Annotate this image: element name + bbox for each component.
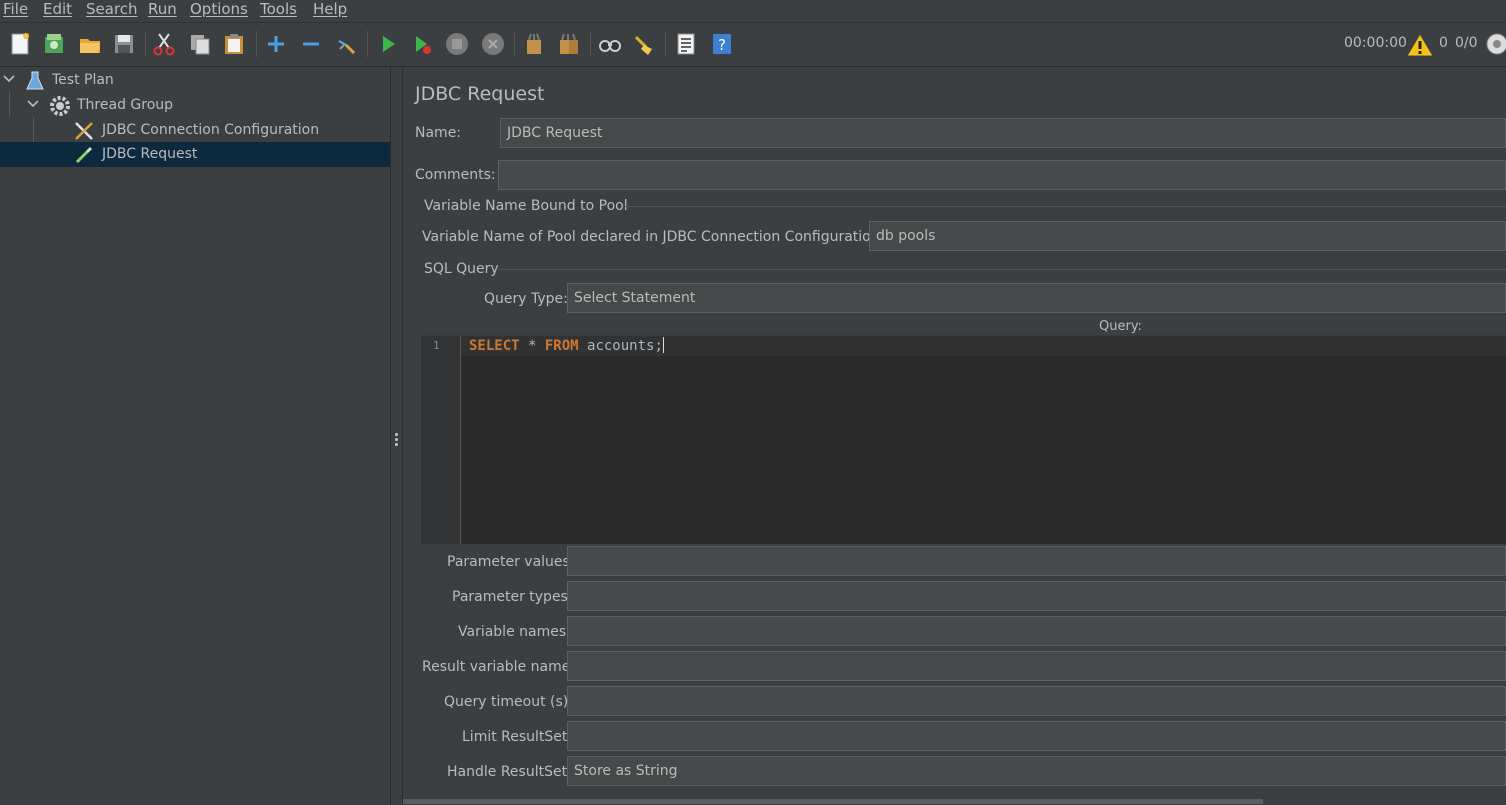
pool-variable-label: Variable Name of Pool declared in JDBC C… — [422, 229, 885, 245]
pool-variable-field[interactable]: db pools — [869, 221, 1506, 251]
jdbc-request-panel: JDBC Request Name: JDBC Request Comments… — [403, 67, 1506, 805]
tree-item-jdbc-connection-config[interactable]: JDBC Connection Configuration — [0, 118, 390, 143]
param-values-field[interactable] — [567, 546, 1506, 576]
start-no-pause-icon[interactable] — [408, 30, 436, 58]
paste-icon[interactable] — [220, 30, 248, 58]
tree-item-label: Test Plan — [52, 72, 114, 88]
sql-keyword: FROM — [544, 338, 579, 354]
clear-icon[interactable] — [520, 30, 548, 58]
query-editor[interactable]: 1 SELECT * FROM accounts; — [421, 335, 1506, 544]
menu-options[interactable]: Options — [190, 0, 248, 22]
limit-resultset-field[interactable] — [567, 721, 1506, 751]
svg-text:?: ? — [718, 36, 726, 54]
name-field[interactable]: JDBC Request — [500, 118, 1506, 148]
sql-keyword: SELECT — [469, 338, 520, 354]
chevron-down-icon[interactable] — [2, 72, 16, 86]
param-values-label: Parameter values: — [447, 554, 575, 570]
line-number: 1 — [433, 339, 440, 352]
reset-search-icon[interactable] — [630, 30, 658, 58]
cut-icon[interactable] — [150, 30, 178, 58]
tree-item-label: JDBC Connection Configuration — [102, 122, 320, 138]
templates-icon[interactable] — [40, 30, 68, 58]
clear-all-icon[interactable] — [555, 30, 583, 58]
query-type-select[interactable]: Select Statement — [567, 283, 1506, 313]
save-icon[interactable] — [110, 30, 138, 58]
query-code[interactable]: SELECT * FROM accounts; — [469, 336, 664, 356]
result-variable-label: Result variable name: — [422, 659, 576, 675]
split-pane-divider[interactable] — [391, 67, 403, 805]
limit-resultset-label: Limit ResultSet: — [462, 729, 573, 745]
toolbar: ? 00:00:00 0 0/0 — [0, 23, 1506, 67]
param-types-label: Parameter types: — [452, 589, 573, 605]
handle-resultset-label: Handle ResultSet: — [447, 764, 572, 780]
tools-icon — [75, 122, 93, 140]
param-types-field[interactable] — [567, 581, 1506, 611]
query-timeout-field[interactable] — [567, 686, 1506, 716]
pipette-icon — [75, 146, 93, 164]
variable-names-field[interactable] — [567, 616, 1506, 646]
name-label: Name: — [415, 125, 462, 141]
stop-icon[interactable] — [443, 30, 471, 58]
tree-item-test-plan[interactable]: Test Plan — [0, 68, 390, 93]
test-plan-tree: Test Plan Thread Group JDBC Connection C… — [0, 67, 391, 805]
comments-field[interactable] — [498, 160, 1506, 190]
copy-icon[interactable] — [186, 30, 214, 58]
new-icon[interactable] — [6, 30, 34, 58]
menu-tools[interactable]: Tools — [260, 0, 297, 22]
chevron-down-icon[interactable] — [26, 97, 40, 111]
function-helper-icon[interactable] — [672, 30, 700, 58]
collapse-icon[interactable] — [297, 30, 325, 58]
tree-item-thread-group[interactable]: Thread Group — [0, 93, 390, 118]
start-icon[interactable] — [374, 30, 402, 58]
editor-gutter: 1 — [421, 336, 461, 544]
query-timeout-label: Query timeout (s): — [444, 694, 573, 710]
horizontal-scrollbar[interactable] — [403, 799, 1263, 804]
search-icon[interactable] — [596, 30, 624, 58]
sql-group-title: SQL Query — [424, 261, 499, 277]
query-label: Query: — [1099, 319, 1142, 334]
text-cursor — [662, 337, 664, 353]
query-type-label: Query Type: — [484, 291, 568, 307]
menu-edit[interactable]: Edit — [43, 0, 72, 22]
handle-resultset-field[interactable]: Store as String — [567, 756, 1506, 786]
sql-token: accounts; — [578, 338, 663, 354]
menu-run[interactable]: Run — [148, 0, 177, 22]
toggle-icon[interactable] — [332, 30, 360, 58]
thread-count: 0/0 — [1455, 35, 1478, 51]
remote-status-icon — [1485, 32, 1506, 56]
result-variable-field[interactable] — [567, 651, 1506, 681]
pool-group-title: Variable Name Bound to Pool — [424, 198, 628, 214]
flask-icon — [26, 71, 44, 90]
menu-help[interactable]: Help — [313, 0, 347, 22]
warning-icon[interactable] — [1406, 32, 1434, 58]
gear-icon — [50, 96, 70, 116]
page-title: JDBC Request — [415, 83, 545, 105]
help-icon[interactable]: ? — [708, 30, 736, 58]
sql-token: * — [519, 338, 545, 354]
menu-file[interactable]: File — [3, 0, 28, 22]
tree-item-label: Thread Group — [77, 97, 174, 113]
tree-item-jdbc-request[interactable]: JDBC Request — [0, 142, 390, 167]
tree-item-label: JDBC Request — [102, 146, 198, 162]
menu-bar: File Edit Search Run Options Tools Help — [0, 0, 1506, 23]
variable-names-label: Variable names: — [458, 624, 571, 640]
expand-icon[interactable] — [262, 30, 290, 58]
warning-count: 0 — [1439, 35, 1448, 51]
menu-search[interactable]: Search — [86, 0, 138, 22]
open-icon[interactable] — [76, 30, 104, 58]
comments-label: Comments: — [415, 167, 496, 183]
elapsed-timer: 00:00:00 — [1344, 35, 1407, 51]
shutdown-icon[interactable] — [479, 30, 507, 58]
